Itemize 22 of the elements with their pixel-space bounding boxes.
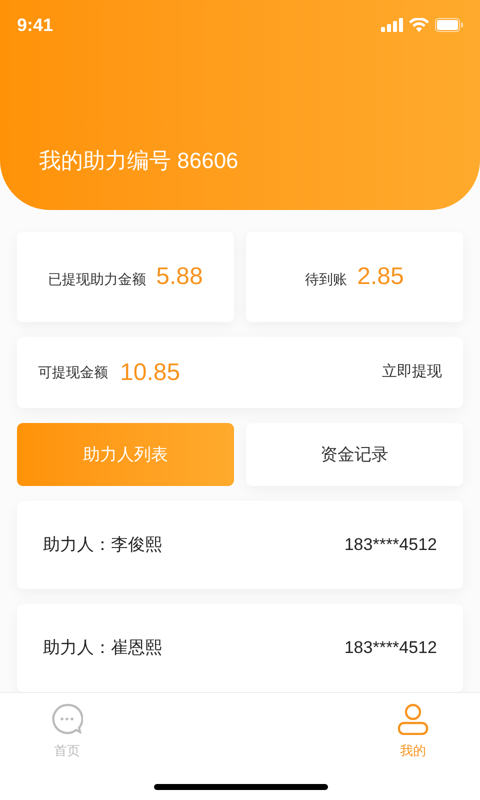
- tab-bar-item[interactable]: 首页: [40, 703, 94, 760]
- helper-phone: 183****4512: [344, 637, 437, 660]
- wifi-icon: [409, 18, 429, 32]
- stat-label: 已提现助力金额: [48, 270, 146, 288]
- person-icon: [397, 703, 429, 735]
- stat-value: 10.85: [120, 358, 180, 388]
- helper-id-title: 我的助力编号 86606: [39, 147, 240, 175]
- battery-icon: [435, 18, 463, 32]
- helper-name: 助力人：李俊熙: [43, 534, 162, 556]
- stat-value: 5.88: [156, 262, 203, 292]
- stat-label: 待到账: [305, 270, 348, 288]
- helper-phone: 183****4512: [344, 534, 437, 556]
- status-time: 9:41: [17, 14, 54, 36]
- stat-label: 可提现金额: [38, 363, 108, 382]
- tab[interactable]: 资金记录: [246, 423, 463, 486]
- tab[interactable]: 助力人列表: [17, 423, 234, 486]
- helper-name: 助力人：崔恩熙: [43, 637, 162, 660]
- stat-value: 2.85: [357, 262, 404, 292]
- signal-icon: [381, 18, 403, 32]
- withdraw-link[interactable]: 立即提现: [382, 361, 442, 384]
- chat-icon: [51, 703, 83, 735]
- tab-bar-item[interactable]: 我的: [386, 703, 440, 760]
